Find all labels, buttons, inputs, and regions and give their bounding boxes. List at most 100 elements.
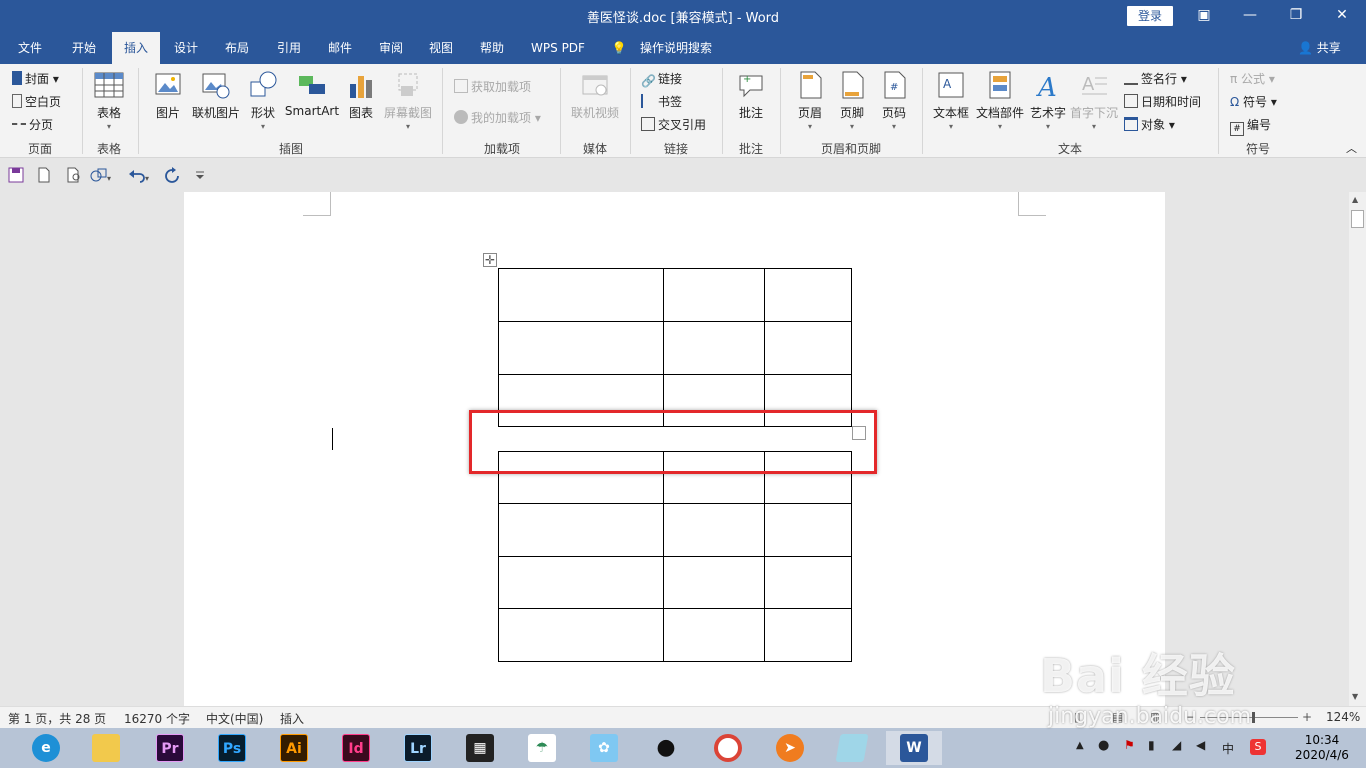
- taskbar-lightroom[interactable]: Lr: [390, 731, 446, 765]
- taskbar-browser[interactable]: e: [18, 731, 74, 765]
- cover-page-button[interactable]: 封面 ▾: [12, 70, 59, 87]
- taskbar-word[interactable]: W: [886, 731, 942, 765]
- table-cell[interactable]: [498, 321, 664, 375]
- cross-reference-button[interactable]: 交叉引用: [641, 116, 706, 133]
- tab-help[interactable]: 帮助: [470, 32, 514, 64]
- scrollbar-thumb[interactable]: [1351, 210, 1364, 228]
- table-cell[interactable]: [663, 608, 765, 662]
- tray-network-icon[interactable]: ◢: [1172, 738, 1181, 752]
- table-cell[interactable]: [764, 556, 852, 609]
- taskbar-app[interactable]: ➤: [762, 731, 818, 765]
- undo-icon[interactable]: ▾: [128, 167, 152, 183]
- drop-cap-button[interactable]: A 首字下沉 ▾: [1070, 70, 1118, 131]
- textbox-button[interactable]: A 文本框 ▾: [930, 70, 972, 131]
- smartart-button[interactable]: SmartArt: [284, 70, 340, 118]
- taskbar-chrome[interactable]: [700, 731, 756, 765]
- shapes-button[interactable]: 形状 ▾: [246, 70, 280, 131]
- date-time-button[interactable]: 日期和时间: [1124, 93, 1201, 110]
- get-addins-button[interactable]: 获取加载项: [454, 78, 531, 95]
- insert-mode-indicator[interactable]: 插入: [280, 710, 304, 727]
- object-button[interactable]: 对象 ▾: [1124, 116, 1175, 133]
- taskbar-app[interactable]: ✿: [576, 731, 632, 765]
- shapes-quick-icon[interactable]: ▾: [90, 167, 112, 183]
- wordart-button[interactable]: A 艺术字 ▾: [1028, 70, 1068, 131]
- page-number-button[interactable]: # 页码 ▾: [876, 70, 912, 131]
- tab-mailings[interactable]: 邮件: [318, 32, 362, 64]
- zoom-level[interactable]: 124%: [1326, 710, 1360, 724]
- taskbar-indesign[interactable]: Id: [328, 731, 384, 765]
- minimize-icon[interactable]: —: [1227, 0, 1273, 32]
- tell-me-search[interactable]: 操作说明搜索: [636, 32, 716, 64]
- taskbar-app[interactable]: [824, 731, 880, 765]
- login-button[interactable]: 登录: [1127, 6, 1173, 26]
- vertical-scrollbar[interactable]: ▲ ▼: [1349, 192, 1366, 706]
- picture-button[interactable]: 图片: [150, 70, 186, 121]
- ribbon-display-options-icon[interactable]: ▣: [1181, 0, 1227, 32]
- taskbar-premiere[interactable]: Pr: [142, 731, 198, 765]
- table-cell[interactable]: [764, 608, 852, 662]
- symbol-button[interactable]: Ω 符号 ▾: [1230, 93, 1277, 110]
- tab-references[interactable]: 引用: [267, 32, 311, 64]
- table-cell[interactable]: [764, 268, 852, 322]
- tab-wps-pdf[interactable]: WPS PDF: [526, 32, 590, 64]
- zoom-slider-thumb[interactable]: [1252, 712, 1255, 723]
- tab-review[interactable]: 审阅: [369, 32, 413, 64]
- equation-button[interactable]: π 公式 ▾: [1230, 70, 1275, 87]
- table-move-handle-icon[interactable]: ✛: [483, 253, 497, 267]
- share-button[interactable]: 👤 共享: [1298, 32, 1341, 64]
- tab-design[interactable]: 设计: [164, 32, 208, 64]
- taskbar-illustrator[interactable]: Ai: [266, 731, 322, 765]
- restore-icon[interactable]: ❐: [1273, 0, 1319, 32]
- new-document-icon[interactable]: [36, 167, 52, 183]
- print-preview-icon[interactable]: [66, 167, 82, 183]
- number-button[interactable]: # 编号: [1230, 116, 1271, 136]
- table-cell[interactable]: [663, 321, 765, 375]
- table-cell[interactable]: [498, 556, 664, 609]
- language-indicator[interactable]: 中文(中国): [206, 710, 263, 727]
- customize-qat-icon[interactable]: [194, 167, 206, 183]
- save-icon[interactable]: [8, 167, 24, 183]
- tab-view[interactable]: 视图: [419, 32, 463, 64]
- header-button[interactable]: 页眉 ▾: [792, 70, 828, 131]
- table-cell[interactable]: [764, 321, 852, 375]
- table-cell[interactable]: [663, 268, 765, 322]
- taskbar-qq[interactable]: ●: [638, 731, 694, 765]
- tray-volume-icon[interactable]: ◀: [1196, 738, 1205, 752]
- tray-flag-icon[interactable]: ⚑: [1124, 738, 1135, 752]
- document-table-top[interactable]: [498, 268, 852, 427]
- taskbar-video-editor[interactable]: ▦: [452, 731, 508, 765]
- zoom-in-icon[interactable]: +: [1302, 710, 1312, 724]
- link-button[interactable]: 🔗 链接: [641, 70, 682, 88]
- taskbar-app[interactable]: ☂: [514, 731, 570, 765]
- sogou-ime-icon[interactable]: S: [1250, 739, 1266, 755]
- word-count[interactable]: 16270 个字: [124, 710, 190, 727]
- footer-button[interactable]: 页脚 ▾: [834, 70, 870, 131]
- close-icon[interactable]: ✕: [1319, 0, 1365, 32]
- redo-icon[interactable]: [164, 167, 180, 183]
- taskbar-file-explorer[interactable]: [78, 731, 134, 765]
- table-cell[interactable]: [498, 268, 664, 322]
- table-cell[interactable]: [498, 503, 664, 557]
- tray-clock[interactable]: 10:34 2020/4/6: [1292, 733, 1352, 763]
- ime-indicator[interactable]: 中: [1222, 740, 1234, 757]
- tray-qq-icon[interactable]: ●: [1098, 738, 1109, 753]
- tray-expand-icon[interactable]: ▲: [1076, 740, 1084, 751]
- online-video-button[interactable]: 联机视频: [568, 70, 622, 121]
- scroll-down-icon[interactable]: ▼: [1352, 692, 1358, 701]
- table-cell[interactable]: [663, 503, 765, 557]
- tab-file[interactable]: 文件: [8, 32, 52, 64]
- tray-battery-icon[interactable]: ▮: [1148, 738, 1155, 752]
- scroll-up-icon[interactable]: ▲: [1352, 195, 1358, 204]
- table-cell[interactable]: [764, 503, 852, 557]
- table-button[interactable]: 表格 ▾: [90, 70, 128, 131]
- chart-button[interactable]: 图表: [344, 70, 378, 121]
- my-addins-button[interactable]: 我的加载项 ▾: [454, 109, 541, 126]
- bookmark-button[interactable]: 书签: [641, 93, 682, 110]
- quick-parts-button[interactable]: 文档部件 ▾: [974, 70, 1026, 131]
- tab-insert[interactable]: 插入: [112, 32, 160, 64]
- page-count[interactable]: 第 1 页，共 28 页: [8, 710, 106, 727]
- signature-line-button[interactable]: 签名行 ▾: [1124, 70, 1187, 87]
- comment-button[interactable]: + 批注: [732, 70, 770, 121]
- collapse-ribbon-icon[interactable]: ︿: [1346, 140, 1357, 156]
- table-cell[interactable]: [663, 556, 765, 609]
